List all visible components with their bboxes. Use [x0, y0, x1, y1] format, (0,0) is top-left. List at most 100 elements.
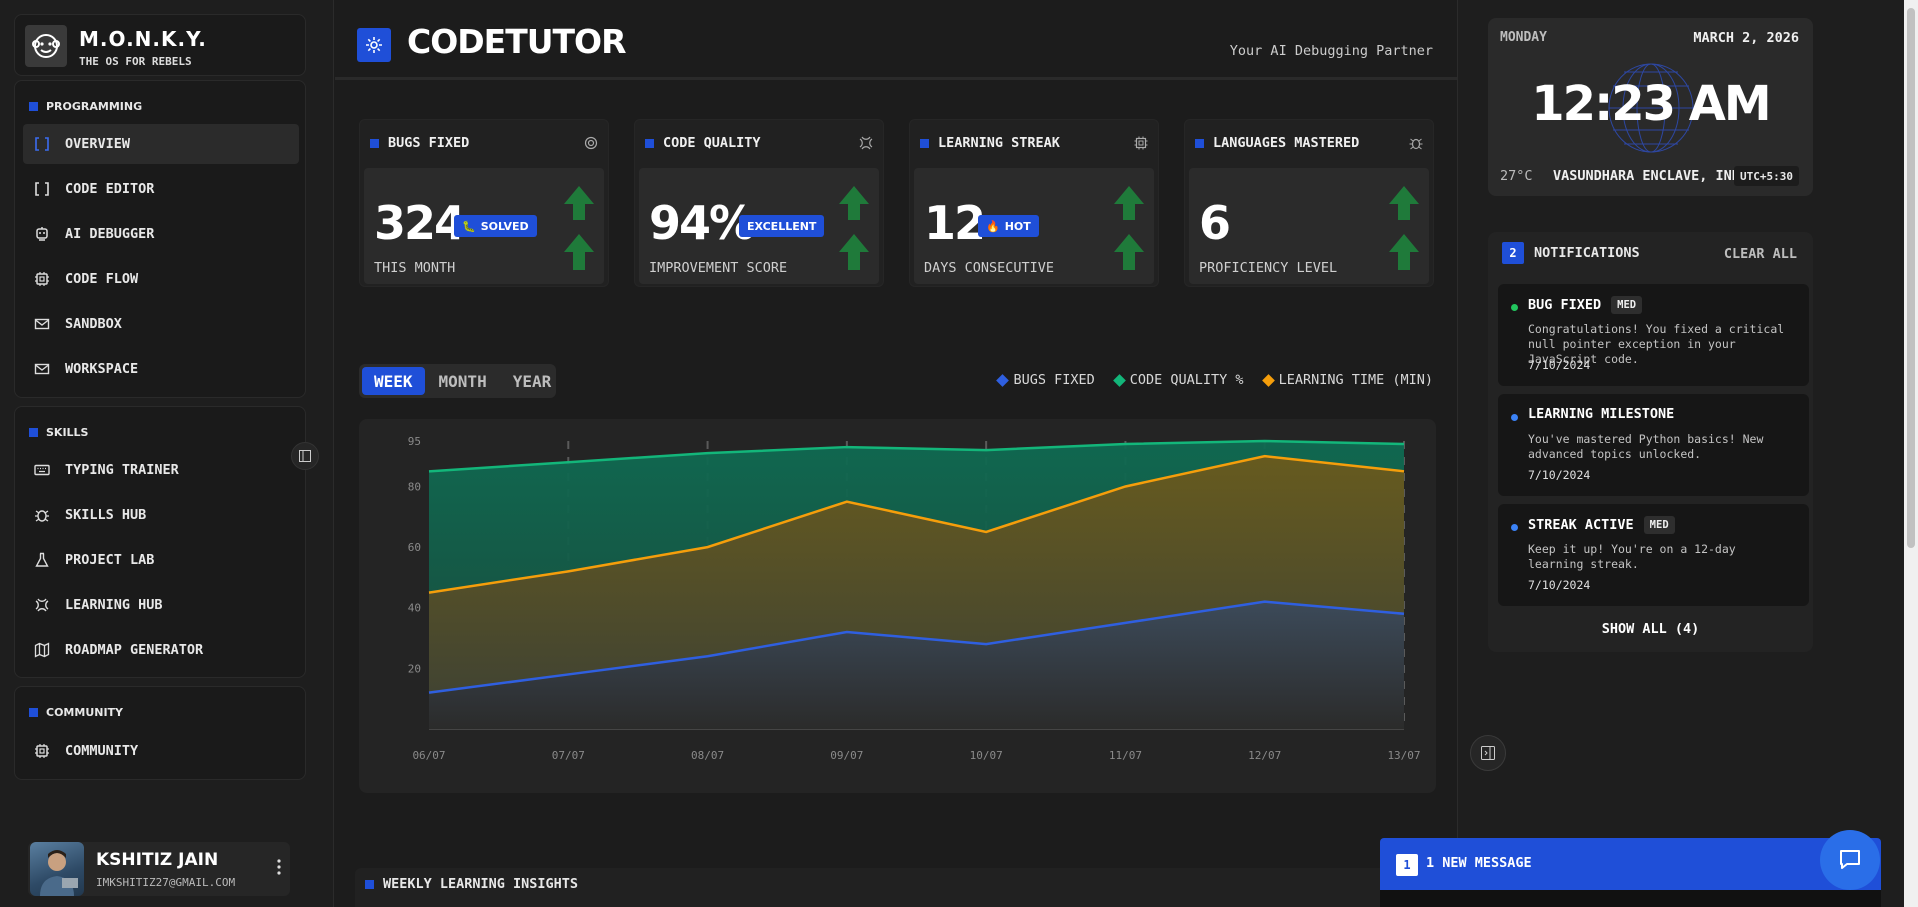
panel-icon: [299, 450, 311, 462]
page-subtitle: Your AI Debugging Partner: [1229, 43, 1433, 59]
mail-icon: [33, 315, 51, 333]
more-options-icon[interactable]: [276, 858, 282, 880]
weather-temp: 27°C: [1500, 168, 1533, 184]
sidebar-item-label: ROADMAP GENERATOR: [65, 642, 204, 658]
notifications-title: NOTIFICATIONS: [1534, 245, 1640, 261]
notification-title: LEARNING MILESTONE: [1528, 406, 1675, 422]
sidebar-item-roadmap-generator[interactable]: ROADMAP GENERATOR: [23, 630, 299, 670]
sidebar-item-label: TYPING TRAINER: [65, 462, 179, 478]
chat-button[interactable]: [1820, 830, 1880, 890]
avatar: [30, 842, 84, 896]
x-tick-label: 11/07: [1109, 749, 1142, 762]
brand-tagline: THE OS FOR REBELS: [79, 55, 192, 68]
clock-time: 12:23 AM: [1531, 76, 1771, 132]
page-title: CODETUTOR: [407, 22, 626, 61]
clear-all-button[interactable]: CLEAR ALL: [1724, 246, 1797, 262]
stat-value: 324: [374, 196, 466, 250]
sidebar-item-label: CODE FLOW: [65, 271, 139, 287]
tab-year[interactable]: YEAR: [501, 367, 564, 395]
notification-title: BUG FIXED MED: [1528, 296, 1643, 314]
chip-icon: [33, 270, 51, 288]
scrollbar[interactable]: [1904, 0, 1918, 907]
x-tick-label: 07/07: [552, 749, 585, 762]
weather-location: VASUNDHARA ENCLAVE, INDIA: [1553, 168, 1757, 184]
chat-bubble-icon: [1840, 850, 1860, 869]
sidebar-item-overview[interactable]: OVERVIEW: [23, 124, 299, 164]
status-dot: [1511, 524, 1518, 531]
y-tick-label: 60: [408, 541, 421, 554]
right-panel-toggle-button[interactable]: [1470, 735, 1506, 771]
new-message-bar[interactable]: 1 1 NEW MESSAGE: [1380, 838, 1881, 890]
sidebar-item-label: AI DEBUGGER: [65, 226, 155, 242]
stat-caption: IMPROVEMENT SCORE: [649, 260, 788, 276]
sidebar-item-label: SANDBOX: [65, 316, 122, 332]
clock-date: MARCH 2, 2026: [1693, 30, 1799, 46]
x-tick-label: 06/07: [412, 749, 445, 762]
sidebar-item-typing-trainer[interactable]: TYPING TRAINER: [23, 450, 299, 490]
main-content: CODETUTOR Your AI Debugging Partner BUGS…: [335, 0, 1457, 907]
sidebar-item-ai-debugger[interactable]: AI DEBUGGER: [23, 214, 299, 254]
stat-card-languages-mastered: LANGUAGES MASTERED 6 PROFICIENCY LEVEL: [1184, 119, 1434, 287]
sidebar-item-label: LEARNING HUB: [65, 597, 163, 613]
status-dot: [1511, 304, 1518, 311]
section-title-programming: PROGRAMMING: [29, 100, 142, 113]
notification-item[interactable]: LEARNING MILESTONE You've mastered Pytho…: [1498, 394, 1809, 496]
trend-up-icon: [1112, 184, 1146, 278]
stat-value: 94%: [649, 196, 755, 250]
notifications-header: 2 NOTIFICATIONS: [1502, 242, 1640, 264]
sidebar-item-skills-hub[interactable]: SKILLS HUB: [23, 495, 299, 535]
brackets-icon: [33, 180, 51, 198]
stat-card-code-quality: CODE QUALITY 94% EXCELLENT IMPROVEMENT S…: [634, 119, 884, 287]
stat-inner: 12 🔥 HOT DAYS CONSECUTIVE: [914, 168, 1154, 284]
flask-icon: [33, 551, 51, 569]
insights-title: WEEKLY LEARNING INSIGHTS: [365, 876, 578, 892]
show-all-button[interactable]: SHOW ALL (4): [1488, 621, 1813, 637]
x-tick-label: 09/07: [830, 749, 863, 762]
sidebar: M.O.N.K.Y. THE OS FOR REBELS PROGRAMMING…: [0, 0, 334, 907]
stat-caption: THIS MONTH: [374, 260, 456, 276]
notification-date: 7/10/2024: [1528, 468, 1591, 482]
brain-icon: [859, 135, 873, 154]
scrollbar-thumb[interactable]: [1907, 8, 1915, 548]
sidebar-item-workspace[interactable]: WORKSPACE: [23, 349, 299, 389]
legend-item-code-quality[interactable]: CODE QUALITY %: [1112, 372, 1244, 388]
bug-icon: [33, 506, 51, 524]
notification-item[interactable]: STREAK ACTIVE MED Keep it up! You're on a…: [1498, 504, 1809, 606]
target-icon: [584, 135, 598, 154]
notification-body: Keep it up! You're on a 12-day learning …: [1528, 542, 1736, 571]
tab-week[interactable]: WEEK: [362, 367, 425, 395]
legend-item-bugs-fixed[interactable]: BUGS FIXED: [996, 372, 1095, 388]
area-chart: 20 40 60 80 95 06/07 07/07 08/07 09/07 10/07 11/07…: [408, 435, 1421, 762]
chip-icon: [1134, 135, 1148, 154]
notification-date: 7/10/2024: [1528, 358, 1591, 372]
mail-icon: [33, 360, 51, 378]
status-badge: EXCELLENT: [739, 215, 825, 237]
chip-icon: [33, 742, 51, 760]
brain-icon: [33, 596, 51, 614]
stat-inner: 324 🐛 SOLVED THIS MONTH: [364, 168, 604, 284]
chart-legend: BUGS FIXED CODE QUALITY % LEARNING TIME …: [996, 372, 1433, 388]
sidebar-item-label: SKILLS HUB: [65, 507, 147, 523]
stat-caption: DAYS CONSECUTIVE: [924, 260, 1055, 276]
legend-item-learning-time[interactable]: LEARNING TIME (MIN): [1261, 372, 1433, 388]
sidebar-item-code-editor[interactable]: CODE EDITOR: [23, 169, 299, 209]
sidebar-item-sandbox[interactable]: SANDBOX: [23, 304, 299, 344]
sidebar-item-community[interactable]: COMMUNITY: [23, 731, 299, 771]
user-name: KSHITIZ JAIN: [96, 850, 219, 870]
clock-widget: MONDAY MARCH 2, 2026 12:23 AM 27°C VASUN…: [1488, 18, 1813, 196]
bug-icon: [1409, 135, 1423, 154]
stat-label: BUGS FIXED: [370, 135, 469, 151]
sidebar-collapse-button[interactable]: [291, 442, 319, 470]
community-section: COMMUNITY COMMUNITY: [14, 686, 306, 780]
map-icon: [33, 641, 51, 659]
status-badge: 🔥 HOT: [978, 215, 1039, 237]
user-profile-card[interactable]: KSHITIZ JAIN IMKSHITIZ27@GMAIL.COM: [28, 842, 290, 896]
sidebar-item-learning-hub[interactable]: LEARNING HUB: [23, 585, 299, 625]
tab-month[interactable]: MONTH: [427, 367, 499, 395]
stat-label: LEARNING STREAK: [920, 135, 1060, 151]
weekly-insights-card: WEEKLY LEARNING INSIGHTS: [355, 868, 1437, 907]
sidebar-item-code-flow[interactable]: CODE FLOW: [23, 259, 299, 299]
sidebar-item-project-lab[interactable]: PROJECT LAB: [23, 540, 299, 580]
notification-item[interactable]: BUG FIXED MED Congratulations! You fixed …: [1498, 284, 1809, 386]
priority-badge: MED: [1643, 516, 1675, 534]
